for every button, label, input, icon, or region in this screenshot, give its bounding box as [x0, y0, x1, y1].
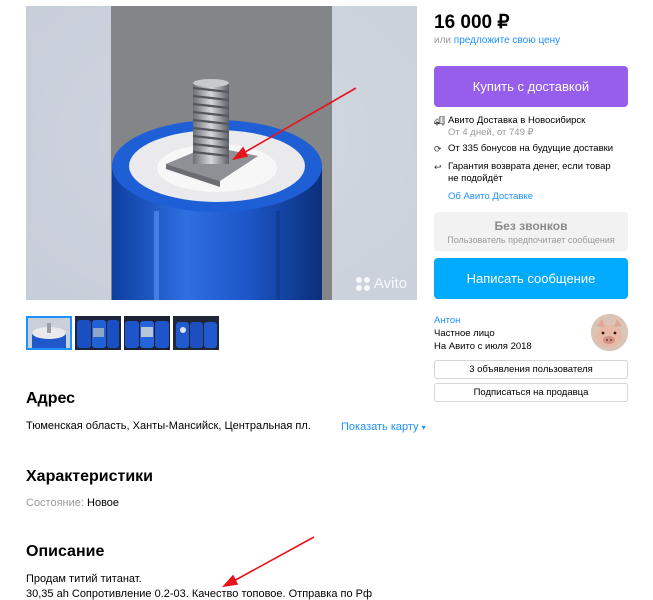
show-map-label: Показать карту	[341, 421, 419, 433]
watermark-text: Avito	[373, 275, 407, 292]
offer-prefix: или	[434, 35, 452, 46]
main-photo[interactable]: Avito	[26, 6, 417, 300]
thumbnail-2[interactable]	[75, 316, 121, 350]
thumbnail-3[interactable]	[124, 316, 170, 350]
user-ads-label: 3 объявления пользователя	[469, 364, 593, 375]
no-calls-subtitle: Пользователь предпочитает сообщения	[447, 234, 615, 245]
about-delivery-link[interactable]: Об Авито Доставке	[448, 191, 533, 202]
description-line-1: Продам титий титанат.	[26, 573, 142, 585]
thumbnail-1[interactable]	[26, 316, 72, 350]
condition-row: Состояние: Новое	[26, 496, 119, 510]
delivery-city-row: 🚚︎ Авито Доставка в Новосибирск	[434, 115, 585, 127]
thumbnail-strip	[26, 316, 219, 350]
buy-with-delivery-button[interactable]: Купить с доставкой	[434, 66, 628, 107]
bonus-icon: ⟳	[434, 144, 442, 154]
no-calls-title: Без звонков	[494, 218, 568, 233]
truck-icon: 🚚︎	[434, 116, 446, 126]
address-value: Тюменская область, Ханты-Мансийск, Центр…	[26, 420, 311, 432]
subscribe-label: Подписаться на продавца	[473, 387, 589, 398]
specs-heading: Характеристики	[26, 468, 154, 485]
guarantee-text: Гарантия возврата денег, если товар	[448, 161, 611, 172]
user-ads-button[interactable]: 3 объявления пользователя	[434, 360, 628, 379]
bonus-row: ⟳ От 335 бонусов на будущие доставки	[434, 143, 613, 155]
thumbnail-4[interactable]	[173, 316, 219, 350]
seller-name-link[interactable]: Антон	[434, 315, 460, 326]
show-map-link[interactable]: Показать карту ▾	[341, 421, 426, 433]
chevron-down-icon: ▾	[421, 423, 426, 432]
annotation-arrowhead-2	[221, 574, 239, 588]
return-arrow-icon: ↩	[434, 162, 442, 172]
condition-label: Состояние:	[26, 497, 84, 509]
delivery-terms: От 4 дней, от 749 ₽	[448, 127, 534, 138]
delivery-city: Авито Доставка в Новосибирск	[448, 115, 586, 126]
seller-type: Частное лицо	[434, 328, 495, 339]
condition-value: Новое	[87, 497, 120, 509]
no-calls-button[interactable]: Без звонков Пользователь предпочитает со…	[434, 212, 628, 251]
seller-since: На Авито с июля 2018	[434, 341, 532, 352]
annotation-arrow-2	[229, 536, 315, 584]
seller-avatar[interactable]	[591, 314, 628, 351]
offer-row: или предложите свою цену	[434, 35, 560, 46]
write-message-label: Написать сообщение	[466, 271, 596, 286]
description-line-2: 30,35 ah Сопротивление 0.2-03. Качество …	[26, 588, 373, 600]
description-heading: Описание	[26, 543, 105, 560]
buy-button-label: Купить с доставкой	[472, 79, 590, 94]
avito-logo-icon	[355, 276, 370, 291]
guarantee-row: ↩ Гарантия возврата денег, если товар	[434, 161, 611, 173]
battery-photo	[26, 6, 417, 300]
avito-watermark: Avito	[355, 275, 407, 292]
write-message-button[interactable]: Написать сообщение	[434, 258, 628, 299]
price: 16 000 ₽	[434, 12, 510, 33]
subscribe-seller-button[interactable]: Подписаться на продавца	[434, 383, 628, 402]
address-heading: Адрес	[26, 390, 76, 407]
guarantee-text-cont: не подойдёт	[448, 173, 503, 184]
bonus-text: От 335 бонусов на будущие доставки	[448, 143, 614, 154]
suggest-price-link[interactable]: предложите свою цену	[454, 35, 560, 46]
